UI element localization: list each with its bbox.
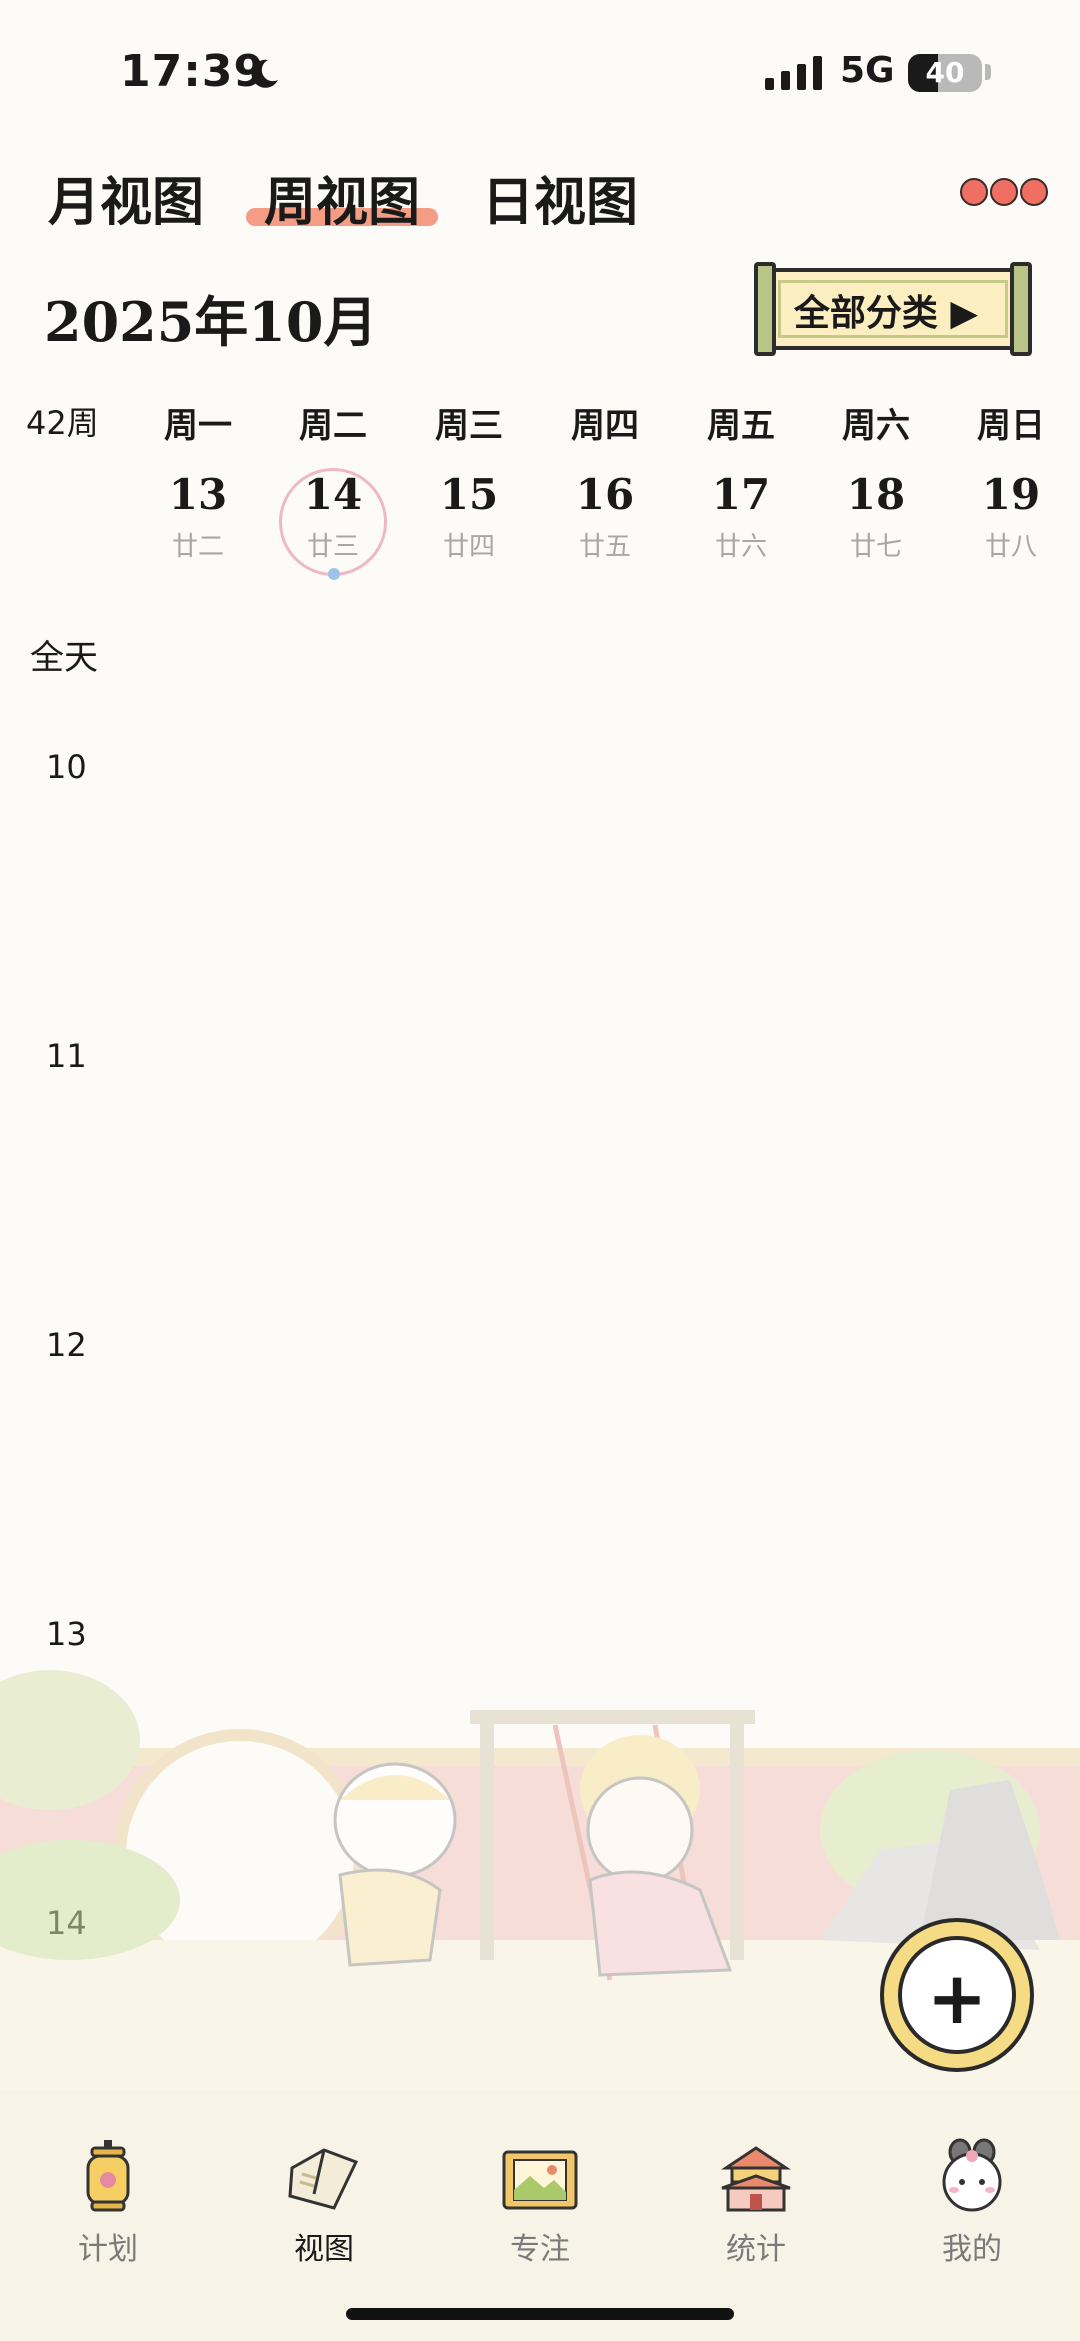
lunar-date: 廿三 xyxy=(306,532,359,562)
weekday-label: 周六 xyxy=(842,406,910,446)
hour-label: 11 xyxy=(46,1037,87,1075)
nav-label: 统计 xyxy=(726,2232,786,2267)
battery-cap xyxy=(985,64,991,80)
week-number: 42周 xyxy=(26,404,99,442)
more-dot-icon xyxy=(960,178,988,206)
more-dot-icon xyxy=(1020,178,1048,206)
weekday-label: 周三 xyxy=(435,406,503,446)
nav-plan[interactable]: 计划 xyxy=(38,2138,178,2268)
day-cell-date[interactable]: 16 xyxy=(545,470,665,519)
month-title[interactable]: 2025年10月 xyxy=(44,278,377,357)
lunar-date: 廿二 xyxy=(171,532,224,562)
more-dot-icon xyxy=(990,178,1018,206)
scroll-painting-icon xyxy=(502,2150,578,2210)
lunar-date: 廿八 xyxy=(984,532,1037,562)
lunar-date: 廿六 xyxy=(714,532,767,562)
day-cell-date[interactable]: 19 xyxy=(951,470,1071,519)
lunar-date: 廿五 xyxy=(578,532,631,562)
event-indicator-dot xyxy=(328,568,340,580)
all-day-label: 全天 xyxy=(30,638,98,678)
nav-stats[interactable]: 统计 xyxy=(686,2138,826,2268)
day-cell-date[interactable]: 17 xyxy=(681,470,801,519)
status-time: 17:39 xyxy=(120,46,266,97)
tab-month-view[interactable]: 月视图 xyxy=(48,160,204,235)
lunar-date: 廿四 xyxy=(442,532,495,562)
home-indicator xyxy=(346,2308,734,2320)
category-filter-label: 全部分类 ▶ xyxy=(793,292,979,334)
category-filter-button[interactable]: 全部分类 ▶ xyxy=(754,262,1032,356)
nav-label: 视图 xyxy=(294,2232,354,2267)
signal-icon xyxy=(765,56,822,90)
weekday-label: 周日 xyxy=(977,406,1045,446)
weekday-label: 周四 xyxy=(571,406,639,446)
tab-day-view[interactable]: 日视图 xyxy=(482,160,638,235)
nav-label: 专注 xyxy=(510,2232,570,2267)
nav-focus[interactable]: 专注 xyxy=(470,2138,610,2268)
weekday-label: 周二 xyxy=(299,406,367,446)
nav-label: 我的 xyxy=(942,2232,1002,2267)
hour-label: 10 xyxy=(46,748,87,786)
bunny-avatar-icon xyxy=(942,2138,1002,2212)
add-button-inner: + xyxy=(898,1936,1016,2054)
nav-label: 计划 xyxy=(78,2232,138,2267)
day-cell-date[interactable]: 18 xyxy=(816,470,936,519)
battery-level: 40 xyxy=(925,56,965,89)
book-icon xyxy=(288,2148,359,2210)
nav-view[interactable]: 视图 xyxy=(254,2138,394,2268)
moon-icon xyxy=(251,59,278,88)
tab-week-view[interactable]: 周视图 xyxy=(264,160,420,235)
plus-icon: + xyxy=(926,1956,988,2040)
lunar-date: 廿七 xyxy=(849,532,902,562)
nav-me[interactable]: 我的 xyxy=(902,2138,1042,2268)
hour-label: 12 xyxy=(46,1326,87,1364)
day-cell-date-today[interactable]: 14 xyxy=(273,470,393,519)
lantern-icon xyxy=(86,2140,130,2212)
day-cell-date[interactable]: 13 xyxy=(138,470,258,519)
battery-icon: 40 xyxy=(908,54,982,92)
weekday-label: 周五 xyxy=(707,406,775,446)
add-event-button[interactable]: + xyxy=(880,1918,1034,2072)
day-cell-date[interactable]: 15 xyxy=(409,470,529,519)
palace-icon xyxy=(721,2146,791,2212)
more-menu-button[interactable] xyxy=(960,178,1048,206)
weekday-label: 周一 xyxy=(164,406,232,446)
network-type: 5G xyxy=(840,50,895,91)
